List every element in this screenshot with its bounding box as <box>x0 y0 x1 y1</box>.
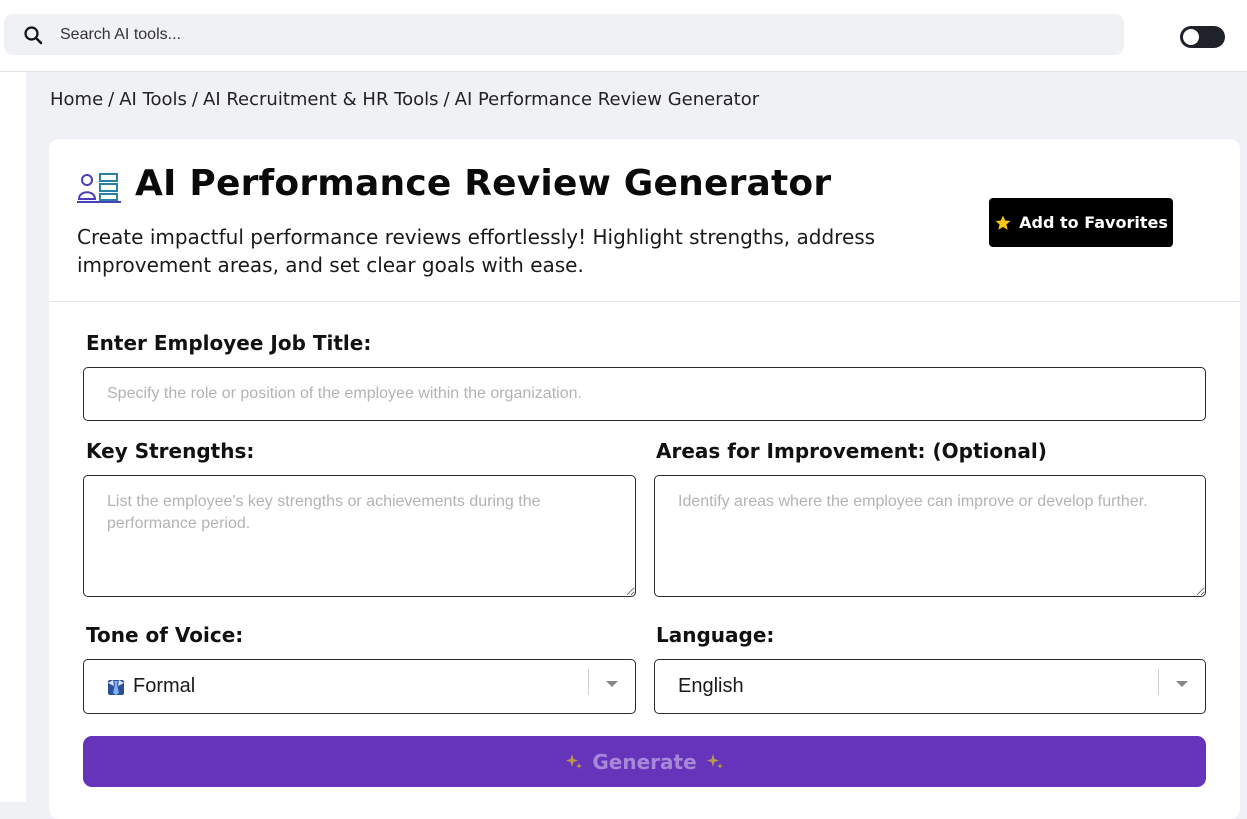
sidebar-strip <box>0 72 26 802</box>
job-title-label: Enter Employee Job Title: <box>86 331 372 355</box>
search-input[interactable] <box>60 14 1100 55</box>
generate-button[interactable]: Generate <box>83 736 1206 787</box>
sparkles-icon <box>566 753 583 769</box>
language-selected-label: English <box>678 675 744 697</box>
search-icon <box>24 26 43 45</box>
generate-label: Generate <box>592 749 697 774</box>
key-strengths-textarea[interactable] <box>83 475 636 597</box>
star-icon <box>995 215 1011 230</box>
key-strengths-label: Key Strengths: <box>86 439 255 463</box>
breadcrumb-ai-tools[interactable]: AI Tools <box>119 89 187 110</box>
tone-select[interactable]: Formal <box>83 659 636 714</box>
tone-selected-label: Formal <box>133 675 196 697</box>
sparkles-icon <box>706 753 723 769</box>
breadcrumb-separator: / <box>443 89 450 110</box>
tool-description: Create impactful performance reviews eff… <box>77 225 876 277</box>
breadcrumb: Home / AI Tools / AI Recruitment & HR Tools /… <box>50 89 759 113</box>
breadcrumb-separator: / <box>108 89 115 110</box>
tone-label: Tone of Voice: <box>86 623 244 647</box>
page-title: AI Performance Review Generator <box>135 163 832 204</box>
employee-list-icon <box>77 173 121 203</box>
improvement-textarea[interactable] <box>654 475 1206 597</box>
language-selected-value: English <box>678 660 744 713</box>
breadcrumb-home[interactable]: Home <box>50 89 103 110</box>
chevron-down-icon[interactable] <box>1176 681 1188 687</box>
search-bar[interactable] <box>4 14 1124 55</box>
necktie-icon <box>108 679 124 695</box>
tone-selected-value: Formal <box>107 660 195 713</box>
add-to-favorites-button[interactable]: Add to Favorites <box>989 198 1173 247</box>
theme-toggle[interactable] <box>1180 26 1225 48</box>
header-divider <box>49 301 1240 302</box>
language-label: Language: <box>656 623 775 647</box>
job-title-input[interactable] <box>83 367 1206 421</box>
breadcrumb-category[interactable]: AI Recruitment & HR Tools <box>203 89 439 110</box>
toggle-knob <box>1183 29 1199 45</box>
improvement-label: Areas for Improvement: (Optional) <box>656 439 1047 463</box>
language-select[interactable]: English <box>654 659 1206 714</box>
select-divider <box>588 669 589 695</box>
select-divider <box>1158 669 1159 695</box>
add-to-favorites-label: Add to Favorites <box>1019 213 1168 232</box>
breadcrumb-separator: / <box>191 89 198 110</box>
top-bar <box>0 0 1247 72</box>
tool-card: AI Performance Review Generator Create i… <box>49 139 1240 819</box>
chevron-down-icon[interactable] <box>606 681 618 687</box>
breadcrumb-current: AI Performance Review Generator <box>454 89 760 110</box>
